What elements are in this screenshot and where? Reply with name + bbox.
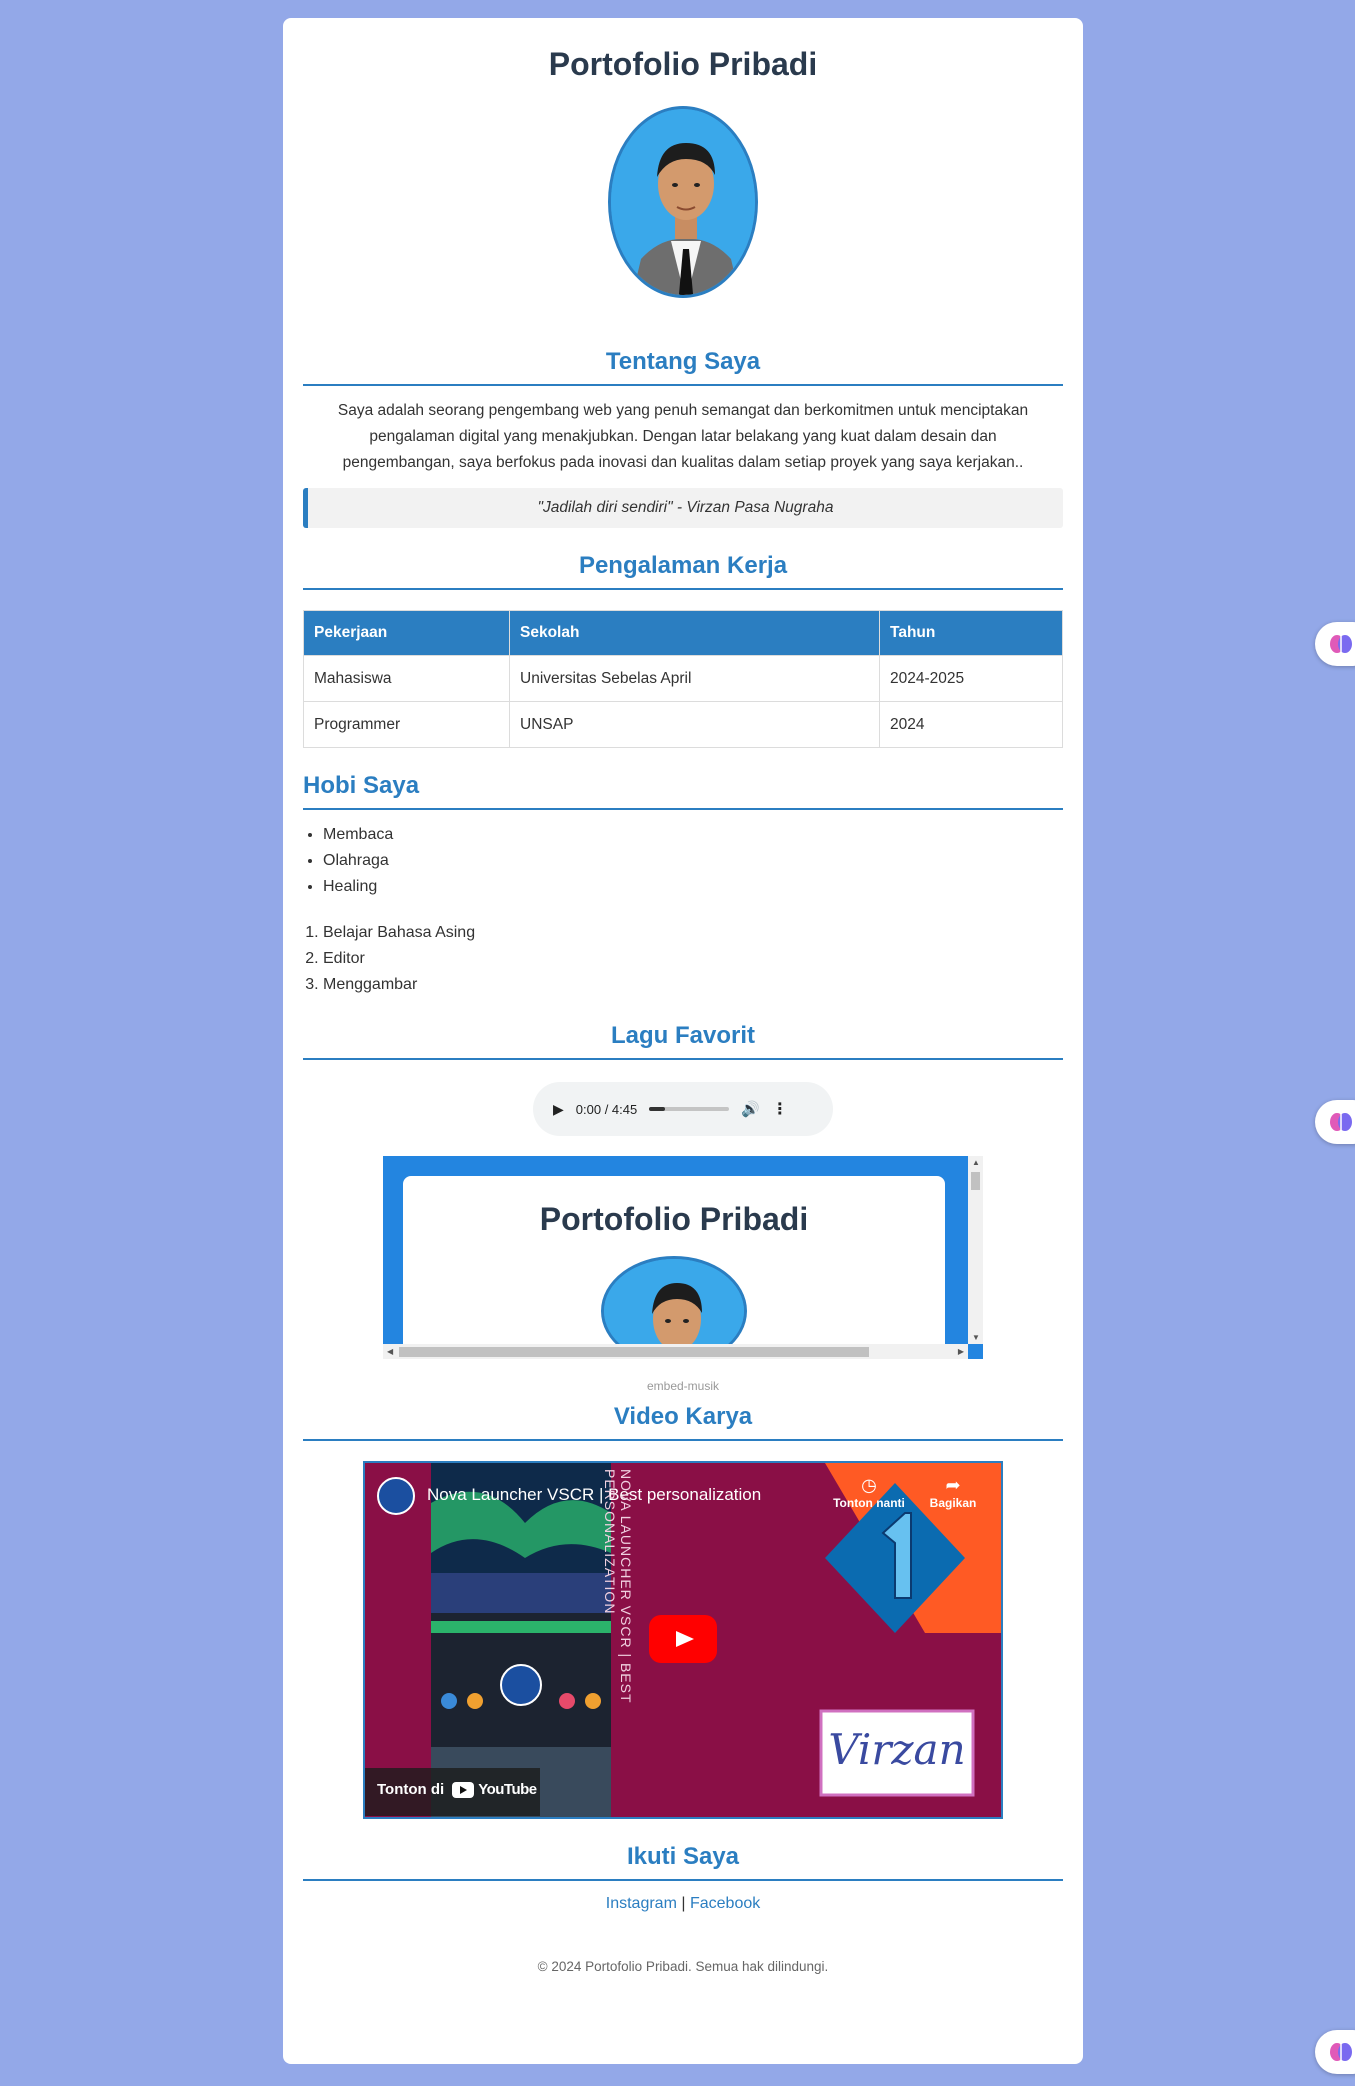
signature: Virzan xyxy=(828,1725,966,1774)
audio-player[interactable]: ▶ 0:00 / 4:45 🔊 ⋮ xyxy=(533,1082,833,1136)
table-cell: Universitas Sebelas April xyxy=(509,655,880,702)
about-section: Tentang Saya Saya adalah seorang pengemb… xyxy=(303,348,1063,528)
follow-section: Ikuti Saya Instagram | Facebook xyxy=(303,1843,1063,1913)
music-title: Lagu Favorit xyxy=(303,1022,1063,1060)
about-text: Saya adalah seorang pengembang web yang … xyxy=(337,402,1029,471)
table-cell: 2024 xyxy=(879,701,1063,748)
work-section: Pengalaman Kerja Pekerjaan Sekolah Tahun… xyxy=(303,552,1063,748)
list-item: Editor xyxy=(323,946,1063,972)
follow-title: Ikuti Saya xyxy=(303,1843,1063,1881)
social-links: Instagram | Facebook xyxy=(303,1895,1063,1913)
table-cell: Mahasiswa xyxy=(303,655,510,702)
audio-time: 0:00 / 4:45 xyxy=(575,1101,638,1117)
brain-icon xyxy=(1330,2043,1352,2061)
table-header-row: Pekerjaan Sekolah Tahun xyxy=(303,610,1063,656)
more-options-icon[interactable]: ⋮ xyxy=(772,1099,788,1119)
portfolio-card: Portofolio Pribadi Tentang Saya Saya ada… xyxy=(283,18,1083,2064)
copyright-text: © 2024 Portofolio Pribadi. Semua hak dil… xyxy=(537,1959,829,1974)
watch-on-youtube[interactable]: Tonton di YouTube xyxy=(377,1781,537,1798)
share-icon: ➦ xyxy=(945,1475,961,1495)
channel-avatar[interactable] xyxy=(377,1477,415,1515)
play-button[interactable] xyxy=(649,1615,717,1663)
play-icon[interactable]: ▶ xyxy=(553,1101,564,1118)
page-title: Portofolio Pribadi xyxy=(548,46,818,82)
embed-title: Portofolio Pribadi xyxy=(539,1201,809,1237)
hobbies-section: Hobi Saya Membaca Olahraga Healing Belaj… xyxy=(303,772,1063,998)
volume-icon[interactable]: 🔊 xyxy=(741,1100,760,1118)
about-title: Tentang Saya xyxy=(303,348,1063,386)
ai-assistant-button[interactable] xyxy=(1315,2030,1355,2074)
list-item: Membaca xyxy=(323,822,1063,848)
horizontal-scrollbar[interactable]: ◀ ▶ xyxy=(383,1344,968,1359)
play-icon xyxy=(676,1631,694,1647)
watch-on-label: Tonton di xyxy=(377,1781,445,1798)
link-separator: | xyxy=(681,1895,686,1912)
table-header: Pekerjaan xyxy=(303,610,510,656)
embed-caption: embed-musik xyxy=(646,1379,720,1393)
facebook-link[interactable]: Facebook xyxy=(690,1895,760,1912)
table-cell: Programmer xyxy=(303,701,510,748)
brain-icon xyxy=(1330,635,1352,653)
ai-assistant-button[interactable] xyxy=(1315,622,1355,666)
clock-icon: ◷ xyxy=(861,1475,877,1495)
share-button[interactable]: ➦ Bagikan xyxy=(921,1475,985,1510)
table-header: Tahun xyxy=(879,610,1063,656)
audio-progress-fill xyxy=(649,1107,666,1111)
video-section: Video Karya Nova Launcher VSCR | Best pe… xyxy=(303,1403,1063,1819)
brain-icon xyxy=(1330,1113,1352,1131)
list-item: Olahraga xyxy=(323,848,1063,874)
youtube-embed[interactable]: Nova Launcher VSCR | Best personalizatio… xyxy=(363,1461,1003,1819)
watch-later-label: Tonton nanti xyxy=(833,1496,905,1510)
table-header: Sekolah xyxy=(509,610,880,656)
share-label: Bagikan xyxy=(929,1496,977,1510)
table-row: Mahasiswa Universitas Sebelas April 2024… xyxy=(303,655,1063,702)
video-title: Video Karya xyxy=(303,1403,1063,1441)
profile-photo xyxy=(608,106,758,298)
quote-block: "Jadilah diri sendiri" - Virzan Pasa Nug… xyxy=(303,488,1063,528)
watch-later-button[interactable]: ◷ Tonton nanti xyxy=(827,1475,911,1510)
embed-preview: Portofolio Pribadi xyxy=(403,1176,945,1359)
youtube-logo-icon: YouTube xyxy=(452,1781,537,1798)
instagram-link[interactable]: Instagram xyxy=(606,1895,677,1912)
work-table: Pekerjaan Sekolah Tahun Mahasiswa Univer… xyxy=(303,610,1063,748)
list-item: Healing xyxy=(323,874,1063,900)
vertical-scrollbar[interactable]: ▲ ▼ xyxy=(968,1156,983,1344)
table-row: Programmer UNSAP 2024 xyxy=(303,701,1063,748)
hobbies-list: Membaca Olahraga Healing xyxy=(303,822,1063,900)
table-cell: UNSAP xyxy=(509,701,880,748)
audio-progress-bar[interactable] xyxy=(649,1107,730,1111)
list-item: Belajar Bahasa Asing xyxy=(323,920,1063,946)
hobbies-title: Hobi Saya xyxy=(303,772,1063,810)
work-title: Pengalaman Kerja xyxy=(303,552,1063,590)
list-item: Menggambar xyxy=(323,972,1063,998)
ai-assistant-button[interactable] xyxy=(1315,1100,1355,1144)
video-title-text[interactable]: Nova Launcher VSCR | Best personalizatio… xyxy=(427,1485,761,1505)
music-section: Lagu Favorit ▶ 0:00 / 4:45 🔊 ⋮ Portofoli… xyxy=(303,1022,1063,1393)
vertical-caption: NOVA LAUNCHER VSCR | BEST PERSONALIZATIO… xyxy=(602,1469,634,1704)
embed-frame[interactable]: Portofolio Pribadi ▲ ▼ ◀ ▶ xyxy=(383,1156,983,1359)
hobbies-ordered-list: Belajar Bahasa Asing Editor Menggambar xyxy=(303,920,1063,998)
table-cell: 2024-2025 xyxy=(879,655,1063,702)
